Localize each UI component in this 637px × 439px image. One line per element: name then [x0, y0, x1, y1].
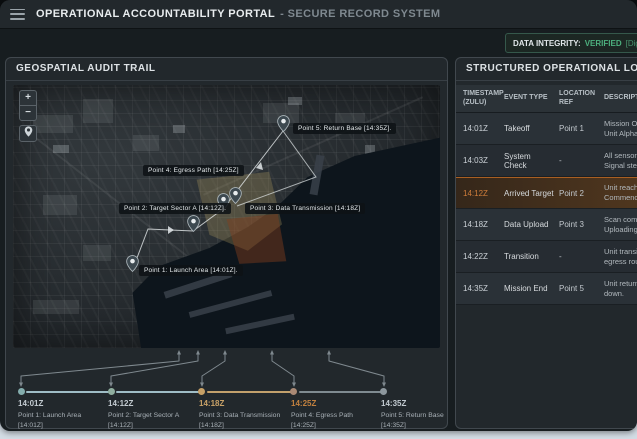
operational-log-table: TIMESTAMP (ZULU) EVENT TYPE LOCATION REF… — [456, 85, 637, 305]
data-integrity-badge: DATA INTEGRITY: VERIFIED [Digital Sig — [505, 33, 637, 53]
table-row[interactable]: 14:01Z Takeoff Point 1 Mission OnUnit Al… — [456, 113, 637, 145]
row-timestamp: 14:35Z — [463, 284, 504, 293]
table-row[interactable]: 14:35Z Mission End Point 5 Unit returned… — [456, 273, 637, 305]
map-marker-label-point-5: Point 5: Return Base [14:35Z]. — [293, 123, 396, 134]
row-location: Point 1 — [559, 124, 604, 133]
timeline-segment-2 — [116, 391, 200, 393]
timeline-time-4: 14:25Z — [291, 399, 316, 408]
timeline-segment-3 — [207, 391, 292, 393]
table-row[interactable]: 14:18Z Data Upload Point 3 Scan compUplo… — [456, 209, 637, 241]
timeline-node-5[interactable] — [380, 388, 387, 395]
integrity-status: VERIFIED — [585, 39, 622, 48]
map-pin-point-4[interactable] — [229, 187, 242, 204]
row-description: All sensorsSignal stea — [604, 151, 637, 171]
timeline-node-3[interactable] — [198, 388, 205, 395]
row-timestamp: 14:12Z — [463, 189, 504, 198]
row-location: - — [559, 252, 604, 261]
timeline-time-2: 14:12Z — [108, 399, 133, 408]
row-event: Arrived Target — [504, 189, 559, 198]
page-subtitle: - SECURE RECORD SYSTEM — [280, 8, 440, 20]
map-marker-label-point-2: Point 2: Target Sector A [14:12Z]. — [119, 203, 231, 214]
map-pin-point-1[interactable] — [126, 255, 139, 272]
table-row[interactable]: 14:22Z Transition - Unit transitegress r… — [456, 241, 637, 273]
integrity-label: DATA INTEGRITY: — [513, 39, 581, 48]
row-location: Point 5 — [559, 284, 604, 293]
timeline-time-5: 14:35Z — [381, 399, 406, 408]
timeline-node-4[interactable] — [290, 388, 297, 395]
row-description: Unit transitegress rout — [604, 247, 637, 267]
timeline-segment-1 — [26, 391, 109, 393]
timeline-node-1[interactable] — [18, 388, 25, 395]
timeline-node-2[interactable] — [108, 388, 115, 395]
row-location: - — [559, 156, 604, 165]
map-pin-point-2[interactable] — [187, 215, 200, 232]
menu-icon[interactable] — [10, 9, 25, 20]
map-marker-label-point-1: Point 1: Launch Area [14:01Z]. — [139, 265, 243, 276]
map-marker-label-point-4: Point 4: Egress Path [14:25Z] — [143, 165, 244, 176]
geospatial-panel-title: GEOSPATIAL AUDIT TRAIL — [6, 58, 447, 81]
timeline-connectors — [6, 348, 447, 391]
row-description: Unit reacheCommenci — [604, 183, 637, 203]
row-description: Scan compUploading — [604, 215, 637, 235]
timeline-time-3: 14:18Z — [199, 399, 224, 408]
location-pin-icon — [24, 126, 33, 137]
map-marker-label-point-3: Point 3: Data Transmission [14:18Z] — [245, 203, 365, 214]
map-canvas[interactable]: Point 5: Return Base [14:35Z]. Point 4: … — [13, 85, 440, 348]
geospatial-panel: GEOSPATIAL AUDIT TRAIL — [5, 57, 448, 429]
operational-log-title: STRUCTURED OPERATIONAL LOG — [456, 58, 637, 81]
timeline-label-2: Point 2: Target Sector A [14:12Z] — [108, 411, 196, 430]
column-header-location: LOCATION REF — [559, 90, 604, 107]
timeline-time-1: 14:01Z — [18, 399, 43, 408]
page-title: OPERATIONAL ACCOUNTABILITY PORTAL — [36, 8, 275, 20]
map-pin-point-5[interactable] — [277, 115, 290, 132]
app-window: OPERATIONAL ACCOUNTABILITY PORTAL - SECU… — [0, 0, 637, 431]
row-location: Point 2 — [559, 189, 604, 198]
integrity-signature: [Digital Sig — [626, 39, 637, 48]
timeline-label-3: Point 3: Data Transmission [14:18Z] — [199, 411, 287, 430]
zoom-in-button[interactable]: + — [20, 91, 36, 105]
map-zoom-control: + − — [19, 90, 37, 121]
zoom-out-button[interactable]: − — [20, 105, 36, 120]
row-description: Unit returnedown. — [604, 279, 637, 299]
row-timestamp: 14:22Z — [463, 252, 504, 261]
map-locate-control — [19, 125, 37, 142]
table-row[interactable]: 14:03Z System Check - All sensorsSignal … — [456, 145, 637, 177]
row-event: Data Upload — [504, 220, 559, 229]
column-header-event-type: EVENT TYPE — [504, 94, 559, 102]
row-event: Mission End — [504, 284, 559, 293]
row-location: Point 3 — [559, 220, 604, 229]
table-row-highlighted[interactable]: 14:12Z Arrived Target Point 2 Unit reach… — [456, 177, 637, 209]
row-timestamp: 14:03Z — [463, 156, 504, 165]
timeline-label-1: Point 1: Launch Area [14:01Z] — [18, 411, 106, 430]
operational-log-panel: STRUCTURED OPERATIONAL LOG TIMESTAMP (ZU… — [455, 57, 637, 429]
column-header-timestamp: TIMESTAMP (ZULU) — [463, 90, 504, 107]
row-event: System Check — [504, 152, 559, 170]
row-description: Mission OnUnit Alpha- — [604, 119, 637, 139]
row-event: Transition — [504, 252, 559, 261]
column-header-description: DESCRIPTION — [604, 94, 637, 102]
app-header: OPERATIONAL ACCOUNTABILITY PORTAL - SECU… — [0, 0, 637, 29]
table-header-row: TIMESTAMP (ZULU) EVENT TYPE LOCATION REF… — [456, 85, 637, 113]
timeline-label-4: Point 4: Egress Path [14:25Z] — [291, 411, 379, 430]
row-timestamp: 14:18Z — [463, 220, 504, 229]
timeline-segment-4 — [299, 391, 382, 393]
row-event: Takeoff — [504, 124, 559, 133]
locate-button[interactable] — [20, 126, 36, 141]
row-timestamp: 14:01Z — [463, 124, 504, 133]
